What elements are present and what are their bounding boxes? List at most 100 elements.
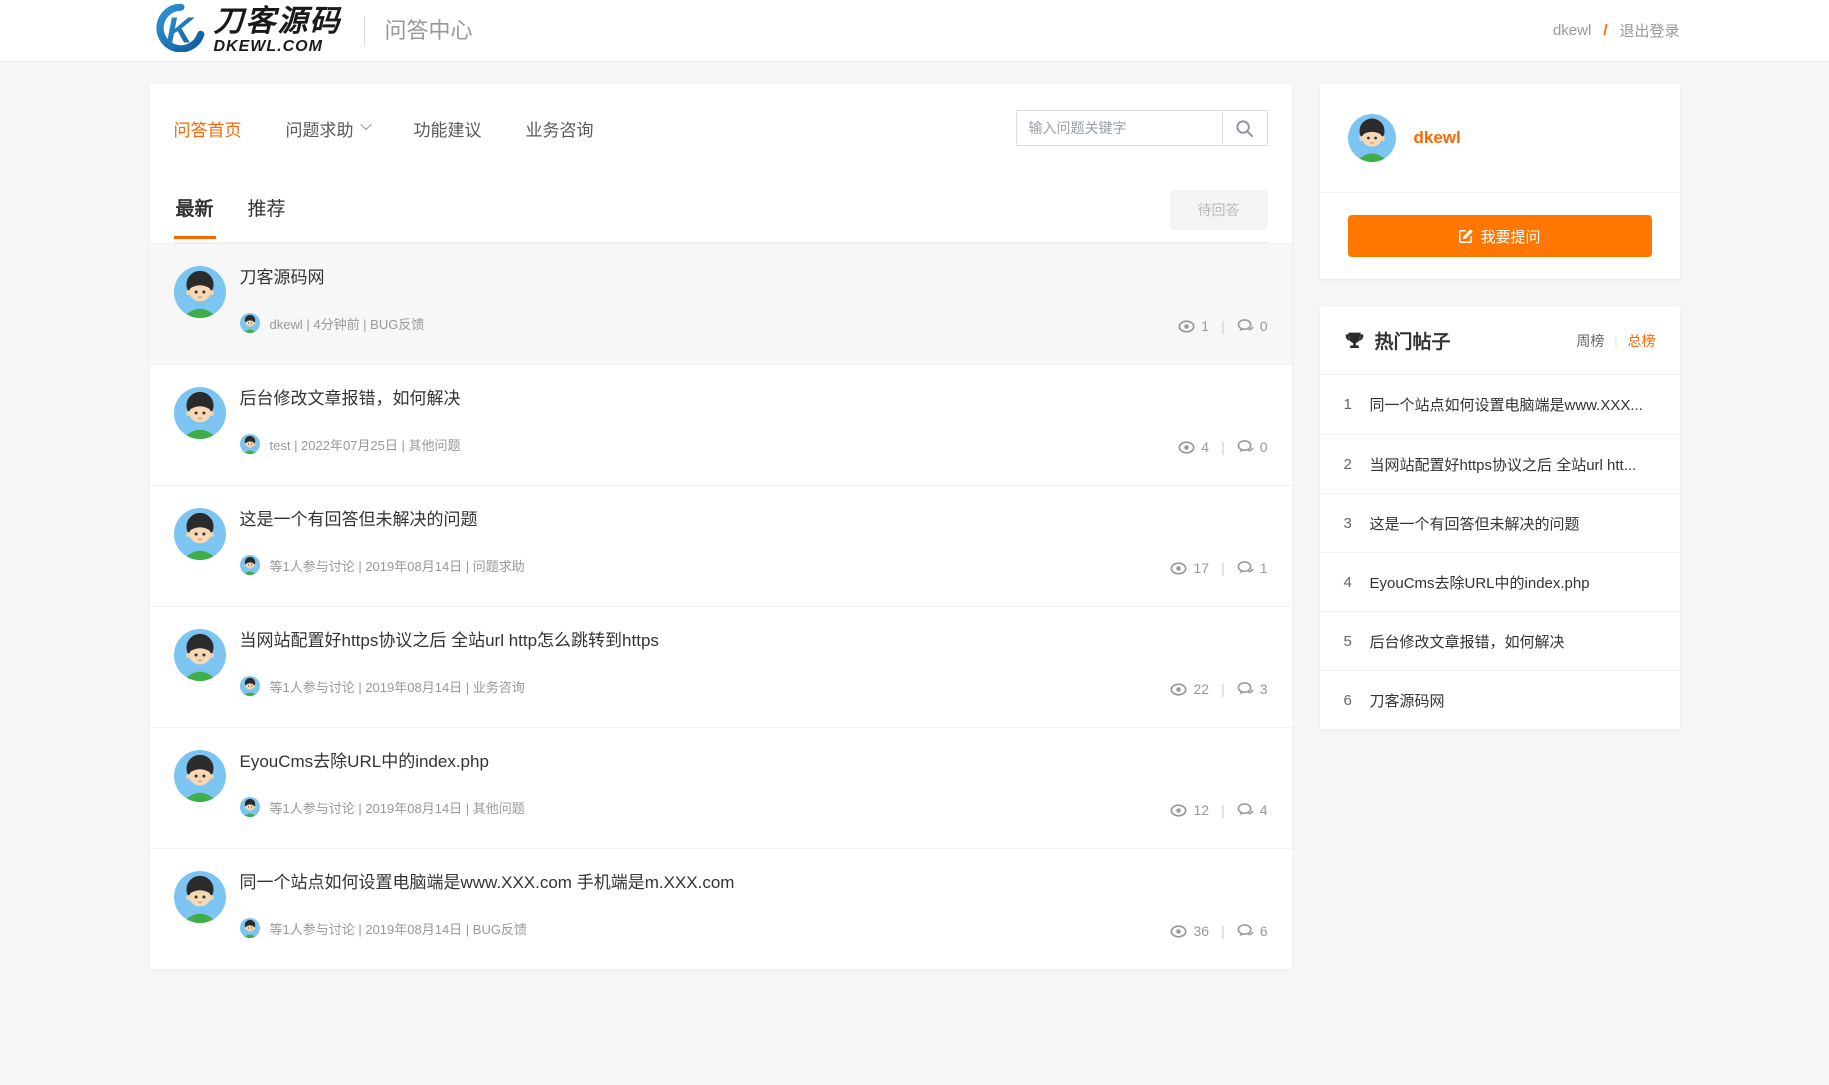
chevron-down-icon [360,119,371,130]
nav-item-qa-home[interactable]: 问答首页 [174,116,242,141]
hot-post-item[interactable]: 3 这是一个有回答但未解决的问题 [1320,493,1680,552]
views-count: 17 [1193,560,1209,576]
author-avatar[interactable] [174,266,226,318]
header-separator: / [1603,22,1607,39]
comments-icon [1237,319,1254,333]
question-list-item[interactable]: 刀客源码网 dkewl | 4分钟前 | BUG反馈 1 | 0 [150,243,1292,364]
comments-icon [1237,440,1254,454]
edit-icon [1458,228,1474,244]
pending-answers-button[interactable]: 待回答 [1170,190,1268,230]
hot-tab-weekly[interactable]: 周榜 [1576,331,1604,351]
tab-newest[interactable]: 最新 [174,194,216,239]
search-box [1016,110,1268,146]
question-meta: test | 2022年07月25日 | 其他问题 [240,434,1268,454]
meta-avatar [240,676,260,696]
question-meta: 等1人参与讨论 | 2019年08月14日 | 问题求助 [240,555,1268,575]
user-name-link[interactable]: dkewl [1414,128,1461,148]
question-title-link[interactable]: 当网站配置好https协议之后 全站url http怎么跳转到https [240,629,659,653]
hot-tab-total[interactable]: 总榜 [1628,331,1656,351]
hot-post-item[interactable]: 1 同一个站点如何设置电脑端是www.XXX... [1320,375,1680,434]
views-icon [1170,925,1187,938]
views-count: 36 [1193,923,1209,939]
question-list-item[interactable]: 这是一个有回答但未解决的问题 等1人参与讨论 | 2019年08月14日 | 问… [150,485,1292,606]
author-avatar[interactable] [174,387,226,439]
question-stats: 12 | 4 [1170,802,1267,818]
author-avatar[interactable] [174,629,226,681]
author-avatar[interactable] [174,750,226,802]
question-meta: 等1人参与讨论 | 2019年08月14日 | 其他问题 [240,797,1268,817]
comments-count: 0 [1260,318,1268,334]
meta-avatar [240,555,260,575]
comments-count: 1 [1260,560,1268,576]
hot-posts-card: 热门帖子 周榜 | 总榜 1 同一个站点如何设置电脑端是www.XXX... 2… [1320,307,1680,729]
question-meta: 等1人参与讨论 | 2019年08月14日 | BUG反馈 [240,918,1268,938]
question-stats: 22 | 3 [1170,681,1267,697]
question-stats: 17 | 1 [1170,560,1267,576]
meta-avatar [240,434,260,454]
question-meta: 等1人参与讨论 | 2019年08月14日 | 业务咨询 [240,676,1268,696]
hot-post-item[interactable]: 5 后台修改文章报错，如何解决 [1320,611,1680,670]
views-count: 1 [1201,318,1209,334]
nav-item-business[interactable]: 业务咨询 [526,116,594,141]
meta-avatar [240,313,260,333]
views-count: 22 [1193,681,1209,697]
user-card: dkewl 我要提问 [1320,84,1680,279]
logout-link[interactable]: 退出登录 [1619,20,1679,41]
question-list-item[interactable]: 后台修改文章报错，如何解决 test | 2022年07月25日 | 其他问题 … [150,364,1292,485]
page-title: 问答中心 [364,16,473,46]
hot-posts-list: 1 同一个站点如何设置电脑端是www.XXX... 2 当网站配置好https协… [1320,375,1680,729]
trophy-icon [1344,330,1365,351]
feed-tabs: 最新 推荐 待回答 [174,190,1268,243]
brand-domain: DKEWL.COM [214,39,342,55]
question-stats: 4 | 0 [1178,439,1267,455]
comments-count: 3 [1260,681,1268,697]
nav-item-help[interactable]: 问题求助 [286,116,370,141]
views-count: 4 [1201,439,1209,455]
views-count: 12 [1193,802,1209,818]
search-icon [1235,119,1254,138]
section-nav: 问答首页 问题求助 功能建议 业务咨询 [174,84,1268,156]
views-icon [1170,562,1187,575]
logo-k-icon: K [150,4,208,57]
comments-icon [1237,803,1254,817]
meta-avatar [240,918,260,938]
hot-post-item[interactable]: 6 刀客源码网 [1320,670,1680,729]
views-icon [1170,683,1187,696]
question-list-item[interactable]: EyouCms去除URL中的index.php 等1人参与讨论 | 2019年0… [150,727,1292,848]
question-title-link[interactable]: 同一个站点如何设置电脑端是www.XXX.com 手机端是m.XXX.com [240,871,735,895]
tab-recommended[interactable]: 推荐 [246,194,288,239]
comments-icon [1237,924,1254,938]
header-username-link[interactable]: dkewl [1553,22,1591,39]
top-header: K 刀客源码 DKEWL.COM 问答中心 dkewl / 退出登录 [0,0,1829,62]
header-user-area: dkewl / 退出登录 [1553,20,1680,41]
question-list-item[interactable]: 当网站配置好https协议之后 全站url http怎么跳转到https 等1人… [150,606,1292,727]
hot-posts-title: 热门帖子 [1375,327,1451,354]
question-list-item[interactable]: 同一个站点如何设置电脑端是www.XXX.com 手机端是m.XXX.com 等… [150,848,1292,969]
question-title-link[interactable]: 这是一个有回答但未解决的问题 [240,508,478,532]
question-title-link[interactable]: EyouCms去除URL中的index.php [240,750,489,774]
search-button[interactable] [1222,111,1267,145]
question-title-link[interactable]: 后台修改文章报错，如何解决 [240,387,461,411]
site-logo[interactable]: K 刀客源码 DKEWL.COM [150,4,342,57]
question-title-link[interactable]: 刀客源码网 [240,266,325,290]
svg-text:K: K [166,10,195,51]
views-icon [1178,441,1195,454]
author-avatar[interactable] [174,508,226,560]
comments-icon [1237,561,1254,575]
question-stats: 36 | 6 [1170,923,1267,939]
main-panel: 问答首页 问题求助 功能建议 业务咨询 最新 推荐 待回答 [150,84,1292,969]
hot-post-item[interactable]: 4 EyouCms去除URL中的index.php [1320,552,1680,611]
search-input[interactable] [1017,111,1222,145]
author-avatar[interactable] [174,871,226,923]
views-icon [1170,804,1187,817]
comments-icon [1237,682,1254,696]
views-icon [1178,320,1195,333]
comments-count: 6 [1260,923,1268,939]
hot-post-item[interactable]: 2 当网站配置好https协议之后 全站url htt... [1320,434,1680,493]
comments-count: 0 [1260,439,1268,455]
ask-question-button[interactable]: 我要提问 [1348,215,1652,257]
meta-avatar [240,797,260,817]
nav-item-feature[interactable]: 功能建议 [414,116,482,141]
brand-name: 刀客源码 [214,7,342,37]
user-avatar[interactable] [1348,114,1396,162]
